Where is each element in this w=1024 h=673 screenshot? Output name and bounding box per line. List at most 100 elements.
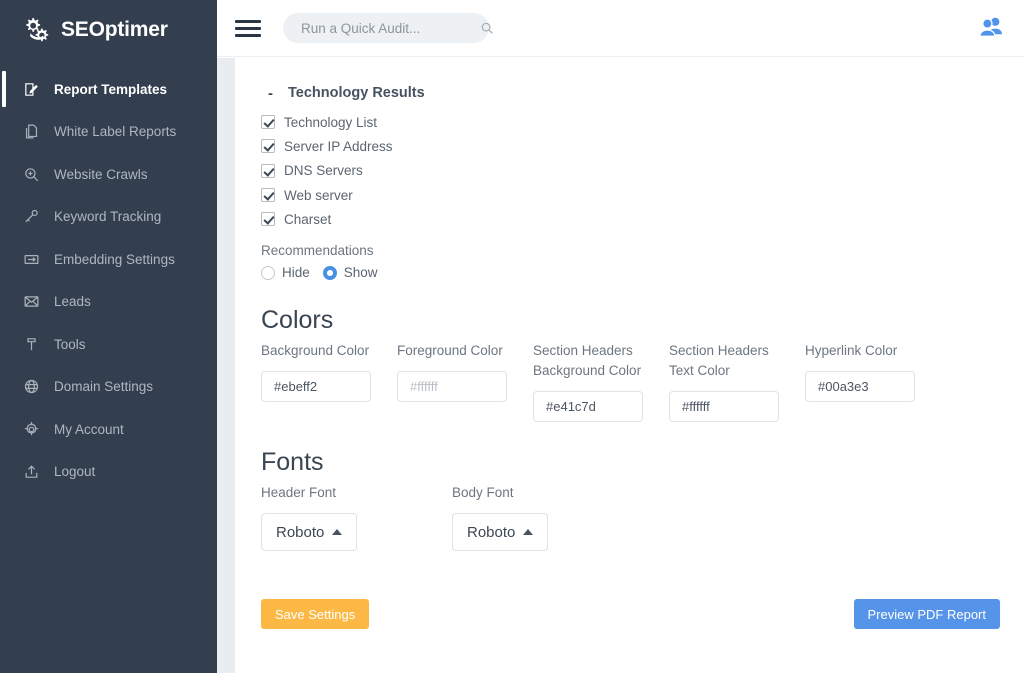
technology-checkbox-list: Technology List Server IP Address DNS Se… (261, 110, 1000, 231)
color-field-hyperlink-color: Hyperlink Color (805, 341, 915, 422)
sidebar-item-label: Website Crawls (54, 167, 148, 182)
color-field-section-headers-background-color: Section Headers Background Color (533, 341, 643, 422)
field-label: Section Headers Text Color (669, 341, 789, 381)
field-label: Background Color (261, 341, 381, 361)
colors-section-title: Colors (261, 306, 1000, 335)
sidebar-item-my-account[interactable]: My Account (0, 408, 217, 451)
search-plus-icon (22, 165, 40, 183)
sidebar-item-leads[interactable]: Leads (0, 281, 217, 324)
sidebar-item-tools[interactable]: Tools (0, 323, 217, 366)
copy-documents-icon (22, 123, 40, 141)
sidebar-item-label: Report Templates (54, 82, 167, 97)
checkbox-row-technology-list[interactable]: Technology List (261, 110, 1000, 134)
checkbox-label: Web server (284, 188, 353, 203)
section-headers-background-color-input[interactable] (533, 391, 643, 422)
field-label: Hyperlink Color (805, 341, 925, 361)
checkbox-label: DNS Servers (284, 163, 363, 178)
checkbox[interactable] (261, 115, 275, 129)
dropdown-value: Roboto (276, 524, 324, 541)
section-headers-text-color-input[interactable] (669, 391, 779, 422)
caret-up-icon (332, 529, 342, 535)
checkbox-label: Server IP Address (284, 139, 393, 154)
edit-square-icon (22, 80, 40, 98)
sidebar-item-label: My Account (54, 422, 124, 437)
envelope-icon (22, 293, 40, 311)
brand-logo[interactable]: SEOptimer (0, 0, 217, 60)
logout-upload-icon (22, 463, 40, 481)
search-input[interactable] (299, 20, 480, 37)
dropdown-value: Roboto (467, 524, 515, 541)
sidebar-item-label: White Label Reports (54, 124, 176, 139)
sidebar-item-embedding-settings[interactable]: Embedding Settings (0, 238, 217, 281)
search-icon (480, 21, 494, 35)
fonts-section-title: Fonts (261, 448, 1000, 477)
font-field-body-font: Body Font Roboto (452, 483, 562, 551)
color-field-section-headers-text-color: Section Headers Text Color (669, 341, 779, 422)
sidebar-item-domain-settings[interactable]: Domain Settings (0, 366, 217, 409)
collapse-toggle-icon[interactable]: - (268, 86, 276, 101)
key-icon (22, 208, 40, 226)
action-button-row: Save Settings Preview PDF Report (261, 599, 1000, 629)
radio-button[interactable] (323, 266, 337, 280)
checkbox-row-web-server[interactable]: Web server (261, 183, 1000, 207)
sidebar-item-label: Embedding Settings (54, 252, 175, 267)
field-label: Section Headers Background Color (533, 341, 653, 381)
sidebar: SEOptimer Report Templates Whit (0, 0, 217, 673)
sidebar-item-report-templates[interactable]: Report Templates (0, 68, 217, 111)
brand-name: SEOptimer (61, 18, 168, 42)
sidebar-item-label: Domain Settings (54, 379, 153, 394)
field-label: Header Font (261, 483, 371, 503)
save-settings-button[interactable]: Save Settings (261, 599, 369, 629)
header-font-dropdown[interactable]: Roboto (261, 513, 357, 551)
technology-results-section-header[interactable]: - Technology Results (268, 85, 1000, 101)
app-root: SEOptimer Report Templates Whit (0, 0, 1024, 673)
recommendations-label: Recommendations (261, 241, 1000, 261)
field-label: Foreground Color (397, 341, 517, 361)
sidebar-nav: Report Templates White Label Reports (0, 68, 217, 493)
checkbox-row-dns-servers[interactable]: DNS Servers (261, 159, 1000, 183)
checkbox[interactable] (261, 139, 275, 153)
content-gutter (217, 58, 235, 673)
recommendations-radio-group: Hide Show (261, 265, 1000, 280)
quick-audit-search[interactable] (283, 13, 489, 43)
hamburger-icon[interactable] (235, 17, 261, 39)
hyperlink-color-input[interactable] (805, 371, 915, 402)
seoptimer-gear-logo-icon (22, 15, 52, 45)
hamburger-bar (235, 34, 261, 37)
hamburger-bar (235, 27, 261, 30)
checkbox-row-server-ip-address[interactable]: Server IP Address (261, 134, 1000, 158)
font-field-header-font: Header Font Roboto (261, 483, 371, 551)
main-content: - Technology Results Technology List Ser… (235, 58, 1024, 673)
users-people-icon[interactable] (978, 14, 1004, 40)
sidebar-item-logout[interactable]: Logout (0, 451, 217, 494)
tools-icon (22, 335, 40, 353)
checkbox-label: Charset (284, 212, 331, 227)
body-font-dropdown[interactable]: Roboto (452, 513, 548, 551)
checkbox[interactable] (261, 188, 275, 202)
sidebar-item-white-label-reports[interactable]: White Label Reports (0, 111, 217, 154)
preview-pdf-report-button[interactable]: Preview PDF Report (854, 599, 1000, 629)
sidebar-item-keyword-tracking[interactable]: Keyword Tracking (0, 196, 217, 239)
checkbox-label: Technology List (284, 115, 377, 130)
fonts-field-grid: Header Font Roboto Body Font Roboto (261, 483, 1000, 551)
hamburger-bar (235, 20, 261, 23)
radio-button[interactable] (261, 266, 275, 280)
foreground-color-input[interactable] (397, 371, 507, 402)
globe-icon (22, 378, 40, 396)
radio-option-show[interactable]: Show (323, 265, 378, 280)
checkbox[interactable] (261, 212, 275, 226)
colors-field-grid: Background Color Foreground Color Sectio… (261, 341, 1000, 422)
sidebar-item-label: Tools (54, 337, 86, 352)
sidebar-item-label: Leads (54, 294, 91, 309)
top-header (217, 0, 1024, 57)
checkbox[interactable] (261, 164, 275, 178)
radio-label: Hide (282, 265, 310, 280)
sidebar-item-label: Logout (54, 464, 95, 479)
radio-option-hide[interactable]: Hide (261, 265, 310, 280)
embed-box-icon (22, 250, 40, 268)
background-color-input[interactable] (261, 371, 371, 402)
sidebar-item-label: Keyword Tracking (54, 209, 161, 224)
checkbox-row-charset[interactable]: Charset (261, 207, 1000, 231)
gear-icon (22, 420, 40, 438)
sidebar-item-website-crawls[interactable]: Website Crawls (0, 153, 217, 196)
